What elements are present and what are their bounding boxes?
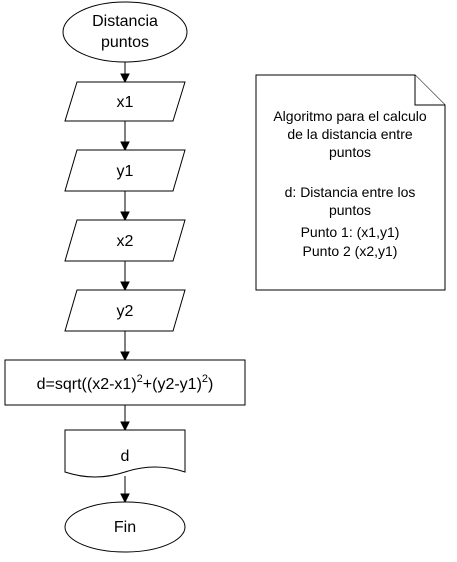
edge-process-output — [120, 405, 130, 432]
input-x1-label: x1 — [117, 94, 134, 111]
start-terminator: Distancia puntos — [62, 1, 188, 63]
input-y2: y2 — [64, 289, 186, 332]
formula-part-2: +(y2-y1) — [143, 376, 202, 393]
note-line-2: de la distancia entre — [287, 126, 413, 142]
edge-y1-x2 — [120, 191, 130, 222]
process-box: d=sqrt((x2-x1)2+(y2-y1)2) — [4, 359, 246, 406]
flowchart-canvas: Distancia puntos x1 y1 x2 y2 d=sqrt((x2-… — [4, 1, 446, 553]
edge-output-end — [120, 476, 130, 504]
edge-y2-process — [120, 331, 130, 362]
formula-part-3: ) — [208, 376, 213, 393]
note-line-8: Punto 2 (x2,y1) — [303, 243, 398, 259]
formula-part-1: d=sqrt((x2-x1) — [37, 376, 137, 393]
note-line-3: puntos — [329, 144, 371, 160]
edge-x2-y2 — [120, 261, 130, 292]
note-line-1: Algoritmo para el calculo — [273, 108, 427, 124]
input-x1: x1 — [64, 81, 186, 122]
input-x2-label: x2 — [117, 233, 134, 250]
start-label-line-1: Distancia — [92, 13, 158, 30]
end-terminator: Fin — [64, 501, 186, 553]
process-formula: d=sqrt((x2-x1)2+(y2-y1)2) — [37, 373, 214, 393]
input-y1-label: y1 — [117, 163, 134, 180]
note-line-6: puntos — [329, 202, 371, 218]
start-label-line-2: puntos — [101, 34, 149, 51]
output-document: d — [64, 429, 186, 478]
edge-start-x1 — [120, 62, 130, 84]
note-box: Algoritmo para el calculo de la distanci… — [255, 74, 446, 291]
input-y2-label: y2 — [117, 303, 134, 320]
output-d-label: d — [121, 448, 130, 465]
note-line-7: Punto 1: (x1,y1) — [301, 224, 400, 240]
input-x2: x2 — [64, 219, 186, 262]
edge-x1-y1 — [120, 121, 130, 152]
end-label: Fin — [114, 519, 136, 536]
input-y1: y1 — [64, 149, 186, 192]
note-line-5: d: Distancia entre los — [285, 184, 416, 200]
